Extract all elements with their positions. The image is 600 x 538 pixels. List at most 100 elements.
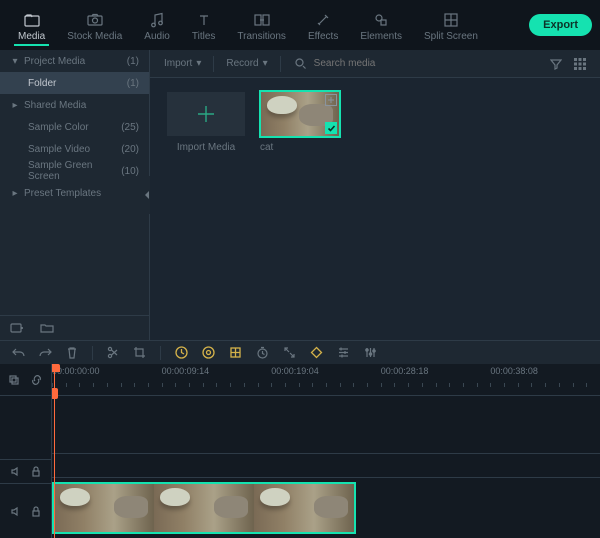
tab-stock-media[interactable]: Stock Media [57,7,132,44]
tab-transitions[interactable]: Transitions [227,7,296,44]
new-folder-icon[interactable] [40,322,54,334]
tab-audio[interactable]: Audio [134,7,180,44]
tab-split-screen[interactable]: Split Screen [414,7,488,44]
sidebar-item-label: Preset Templates [24,188,101,199]
crop-icon[interactable] [133,346,146,359]
plus-icon [195,103,217,125]
timeline-gutter [0,364,52,538]
speed-icon[interactable] [175,346,188,359]
sidebar-bottom [0,315,149,340]
mute-icon[interactable] [10,466,21,477]
tab-label: Split Screen [424,31,478,42]
sidebar-item-label: Shared Media [24,100,86,111]
green-screen-icon[interactable] [229,346,242,359]
sidebar-item-label: Project Media [24,56,85,67]
filter-icon[interactable] [550,58,562,70]
tab-label: Media [18,31,45,42]
video-clip-cat[interactable] [54,484,354,532]
button-label: Record [226,58,258,69]
elements-icon [374,11,388,29]
audio-mix-icon[interactable] [364,346,377,359]
search-icon [295,58,306,69]
sidebar-item-count: (25) [121,122,139,133]
sidebar-item-label: Sample Color [28,122,89,133]
adjust-icon[interactable] [337,346,350,359]
top-tabs: Media Stock Media Audio Titles Transitio… [0,0,600,50]
track-row[interactable] [52,396,600,454]
sidebar-item-sample-color[interactable]: Sample Color (25) [0,116,149,138]
ruler-time: 00:00:09:14 [162,366,210,376]
button-label: Import [164,58,192,69]
sidebar-item-count: (20) [121,144,139,155]
sidebar-item-sample-video[interactable]: Sample Video (20) [0,138,149,160]
ruler-time: 00:00:28:18 [381,366,429,376]
playhead[interactable] [54,364,55,538]
import-button[interactable]: Import ▾ [160,56,205,71]
sidebar-item-shared-media[interactable]: ▸ Shared Media [0,94,149,116]
card-caption: Import Media [177,142,235,153]
tab-label: Transitions [237,31,286,42]
music-icon [150,11,164,29]
sidebar: ▾ Project Media (1) Folder (1) ▸ Shared … [0,50,150,340]
timeline-ruler[interactable]: 00:00:00:00 00:00:09:14 00:00:19:04 00:0… [52,364,600,396]
duration-icon[interactable] [256,346,269,359]
transitions-icon [254,11,270,29]
import-media-card[interactable]: Import Media [166,92,246,153]
camera-icon [87,11,103,29]
split-icon[interactable] [107,346,119,359]
grid-view-icon[interactable] [574,58,586,70]
split-screen-icon [444,11,458,29]
tab-elements[interactable]: Elements [350,7,412,44]
track-label-audio[interactable] [0,459,51,483]
record-button[interactable]: Record ▾ [222,56,271,71]
sidebar-item-sample-green[interactable]: Sample Green Screen (10) [0,160,149,182]
ruler-time: 00:00:19:04 [271,366,319,376]
sidebar-item-label: Sample Green Screen [28,160,121,182]
track-row[interactable] [52,454,600,478]
tab-media[interactable]: Media [8,7,55,44]
import-thumb [167,92,245,136]
sidebar-item-folder[interactable]: Folder (1) [0,72,149,94]
color-icon[interactable] [202,346,215,359]
lock-icon[interactable] [31,466,41,477]
track-label-video[interactable] [0,483,51,538]
chevron-right-icon: ▸ [10,188,20,199]
chevron-down-icon: ▾ [10,56,20,67]
card-caption: cat [260,142,340,153]
tab-effects[interactable]: Effects [298,7,348,44]
sidebar-item-count: (1) [127,78,139,89]
tab-label: Audio [144,31,170,42]
sidebar-item-count: (1) [127,56,139,67]
media-content: Import ▾ Record ▾ Impo [150,50,600,340]
tab-titles[interactable]: Titles [182,7,226,44]
lock-icon[interactable] [31,506,41,517]
main-area: ▾ Project Media (1) Folder (1) ▸ Shared … [0,50,600,340]
effects-icon [316,11,330,29]
sidebar-item-label: Folder [28,78,56,89]
export-button[interactable]: Export [529,14,592,36]
collapse-handle[interactable] [144,176,150,214]
timeline: 00:00:00:00 00:00:09:14 00:00:19:04 00:0… [0,364,600,538]
media-card-cat[interactable]: cat [260,92,340,153]
delete-icon[interactable] [66,346,78,359]
link-icon[interactable] [30,374,43,386]
checkmark-icon [325,122,337,134]
ruler-time: 00:00:38:08 [490,366,538,376]
search-box[interactable] [295,57,544,70]
copy-icon[interactable] [8,374,20,386]
sidebar-item-project-media[interactable]: ▾ Project Media (1) [0,50,149,72]
media-thumb [261,92,339,136]
search-input[interactable] [312,57,544,70]
undo-icon[interactable] [12,346,25,359]
chevron-down-icon: ▾ [263,58,268,69]
add-to-timeline-icon[interactable] [325,94,337,106]
chevron-down-icon: ▾ [196,58,201,69]
sidebar-item-preset-templates[interactable]: ▸ Preset Templates [0,182,149,204]
new-bin-icon[interactable] [10,322,24,334]
mute-icon[interactable] [10,506,21,517]
keyframe-icon[interactable] [310,346,323,359]
expand-icon[interactable] [283,346,296,359]
folder-icon [24,11,40,29]
timeline-tracks[interactable]: 00:00:00:00 00:00:09:14 00:00:19:04 00:0… [52,364,600,538]
redo-icon[interactable] [39,346,52,359]
